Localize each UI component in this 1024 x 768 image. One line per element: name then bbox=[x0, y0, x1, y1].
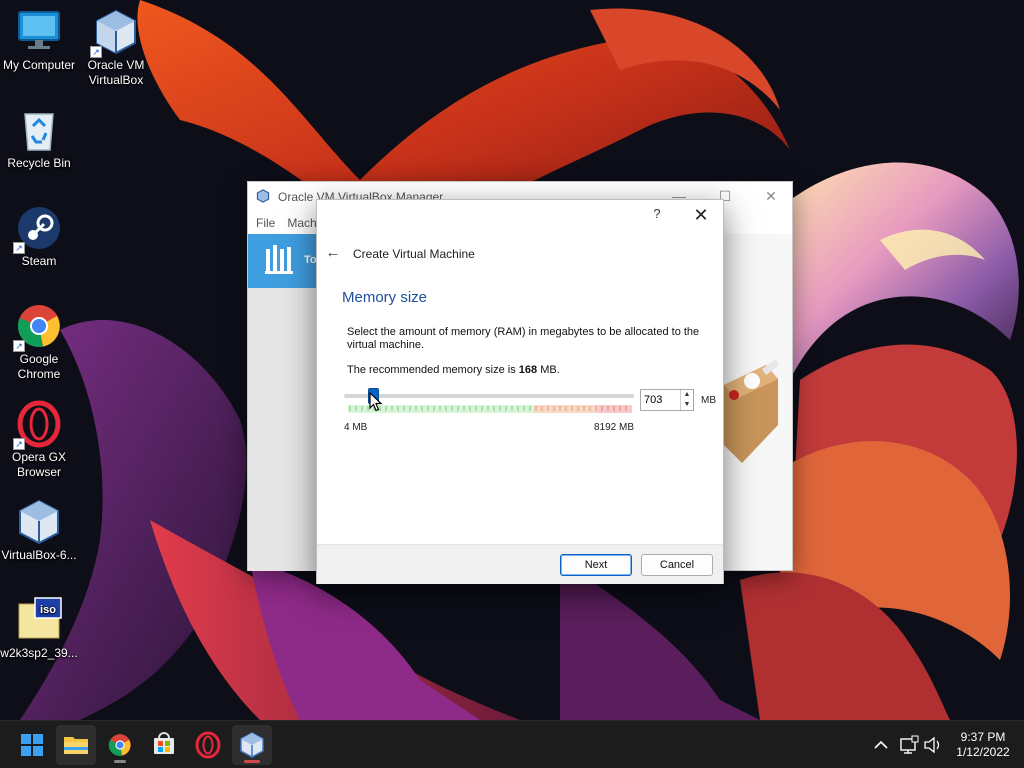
desktop-icon-chrome[interactable]: ↗ Google Chrome bbox=[0, 302, 78, 382]
toolbox-illustration-icon bbox=[724, 359, 779, 463]
computer-icon bbox=[15, 8, 63, 56]
dialog-close-button[interactable]: ✕ bbox=[689, 204, 713, 228]
volume-button[interactable] bbox=[922, 721, 944, 768]
help-button[interactable]: ? bbox=[647, 206, 667, 226]
running-indicator bbox=[244, 760, 260, 763]
chevron-up-icon bbox=[874, 740, 888, 749]
tools-item[interactable]: To bbox=[248, 234, 318, 288]
taskbar-virtualbox[interactable] bbox=[232, 725, 272, 765]
shortcut-arrow-icon: ↗ bbox=[13, 340, 25, 352]
taskbar-opera[interactable] bbox=[188, 725, 228, 765]
virtualbox-icon bbox=[240, 732, 264, 758]
desktop-icon-virtualbox-installer[interactable]: VirtualBox-6... bbox=[0, 498, 78, 563]
opera-icon: ↗ bbox=[13, 400, 63, 450]
desktop-icon-my-computer[interactable]: My Computer bbox=[0, 8, 78, 73]
taskbar-file-explorer[interactable] bbox=[56, 725, 96, 765]
desktop-icon-label: Steam bbox=[21, 254, 57, 268]
cancel-button[interactable]: Cancel bbox=[641, 554, 713, 576]
chrome-icon: ↗ bbox=[13, 302, 63, 352]
back-arrow-icon[interactable]: ← bbox=[323, 244, 343, 262]
file-explorer-icon bbox=[64, 737, 88, 754]
running-indicator bbox=[114, 760, 126, 763]
network-button[interactable] bbox=[898, 721, 920, 768]
desktop-icon-label: Recycle Bin bbox=[7, 156, 71, 170]
memory-value-input[interactable]: 703 bbox=[641, 394, 680, 406]
shortcut-arrow-icon: ↗ bbox=[13, 438, 25, 450]
close-button[interactable]: ✕ bbox=[748, 182, 794, 212]
desktop-icon-virtualbox[interactable]: ↗ Oracle VM VirtualBox bbox=[77, 8, 155, 88]
recommended-suffix: MB. bbox=[537, 364, 560, 376]
opera-icon bbox=[195, 731, 221, 759]
taskbar: 9:37 PM 1/12/2022 bbox=[0, 720, 1024, 768]
recommended-prefix: The recommended memory size is bbox=[347, 364, 519, 376]
menu-machine[interactable]: Mach bbox=[287, 216, 316, 230]
shortcut-arrow-icon: ↗ bbox=[90, 46, 102, 58]
desktop-icon-opera-gx[interactable]: ↗ Opera GX Browser bbox=[0, 400, 78, 480]
tools-label: To bbox=[304, 254, 317, 266]
memory-description: Select the amount of memory (RAM) in meg… bbox=[347, 326, 700, 351]
desktop-icon-iso-file[interactable]: iso w2k3sp2_39... bbox=[0, 596, 78, 661]
desktop-icon-steam[interactable]: ↗ Steam bbox=[0, 204, 78, 269]
start-icon bbox=[21, 734, 43, 756]
menu-file[interactable]: File bbox=[256, 216, 275, 230]
desktop-icon-label: Google Chrome bbox=[17, 352, 61, 381]
recommended-value: 168 bbox=[518, 364, 538, 376]
chrome-icon bbox=[108, 734, 131, 756]
slider-max-label: 8192 MB bbox=[594, 422, 635, 433]
virtualbox-installer-icon bbox=[15, 498, 63, 546]
network-icon bbox=[900, 735, 919, 754]
taskbar-chrome[interactable] bbox=[100, 725, 140, 765]
slider-min-label: 4 MB bbox=[344, 422, 368, 433]
shortcut-arrow-icon: ↗ bbox=[13, 242, 25, 254]
start-button[interactable] bbox=[12, 725, 52, 765]
virtualbox-icon: ↗ bbox=[90, 8, 140, 58]
taskbar-store[interactable] bbox=[144, 725, 184, 765]
clock-date: 1/12/2022 bbox=[956, 745, 1010, 759]
iso-file-icon: iso bbox=[15, 596, 63, 644]
next-button[interactable]: Next bbox=[560, 554, 632, 576]
memory-spinbox[interactable]: 703 ▲ ▼ bbox=[640, 389, 694, 411]
show-hidden-icons-button[interactable] bbox=[870, 721, 892, 768]
memory-unit-label: MB bbox=[701, 395, 716, 406]
manager-vm-list[interactable] bbox=[248, 288, 318, 571]
recommended-memory-text: The recommended memory size is 168 MB. bbox=[347, 364, 560, 376]
memory-slider-track[interactable] bbox=[344, 394, 634, 398]
spin-up-icon[interactable]: ▲ bbox=[681, 390, 693, 400]
page-title: Memory size bbox=[342, 289, 428, 306]
desktop-icon-label: w2k3sp2_39... bbox=[0, 646, 78, 660]
virtualbox-icon bbox=[256, 188, 270, 206]
store-icon bbox=[154, 732, 174, 754]
clock-time: 9:37 PM bbox=[960, 730, 1006, 744]
spin-arrows: ▲ ▼ bbox=[680, 390, 693, 410]
dialog-footer: Next Cancel bbox=[317, 544, 723, 584]
taskbar-clock[interactable]: 9:37 PM 1/12/2022 bbox=[948, 730, 1018, 760]
svg-text:iso: iso bbox=[40, 604, 56, 616]
steam-icon: ↗ bbox=[13, 204, 63, 254]
tools-icon bbox=[264, 243, 294, 280]
mouse-cursor-icon bbox=[369, 392, 383, 412]
memory-scale bbox=[348, 405, 632, 413]
recycle-bin-icon bbox=[15, 106, 63, 154]
desktop-icon-label: Oracle VM VirtualBox bbox=[87, 58, 145, 87]
speaker-icon bbox=[924, 736, 940, 754]
desktop-icon-label: My Computer bbox=[2, 58, 76, 72]
wizard-title: Create Virtual Machine bbox=[353, 247, 475, 261]
spin-down-icon[interactable]: ▼ bbox=[681, 400, 693, 410]
desktop-icon-label: VirtualBox-6... bbox=[1, 548, 77, 562]
desktop-icon-recycle-bin[interactable]: Recycle Bin bbox=[0, 106, 78, 171]
desktop-icon-label: Opera GX Browser bbox=[11, 450, 67, 479]
